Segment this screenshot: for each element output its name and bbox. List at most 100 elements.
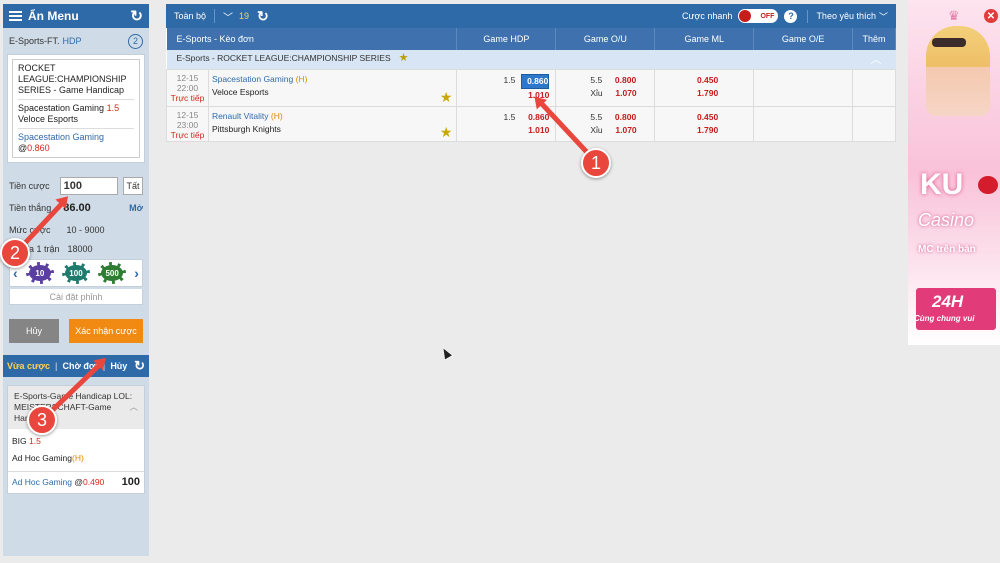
quick-bet-toggle[interactable]: OFF [738, 9, 779, 23]
ad-casino: Casino [918, 210, 975, 230]
action-buttons: Hủy Xác nhận cược [3, 319, 149, 343]
slip-away-team: Veloce Esports [18, 114, 79, 124]
sort-dropdown[interactable]: Theo yêu thích ﹀ [807, 9, 888, 23]
league-row[interactable]: E-Sports - ROCKET LEAGUE:CHAMPIONSHIP SE… [166, 50, 896, 69]
close-icon[interactable]: ✕ [984, 9, 998, 23]
stake-input[interactable]: 100 [59, 177, 118, 195]
ml-odds: 0.450 1.790 [654, 68, 755, 107]
recent-pick-label: BIG [12, 436, 27, 446]
more-odds[interactable] [852, 105, 896, 142]
slip-count-badge[interactable]: 2 [128, 33, 143, 49]
recent-bet-footer: Ad Hoc Gaming @0.490 100 [8, 471, 144, 493]
match-teams: Renault Vitality (H) Pittsburgh Knights … [207, 105, 458, 142]
col-header: Game O/U [555, 28, 656, 50]
bet-type: HDP [62, 36, 82, 46]
odds-button[interactable]: 1.070 [609, 124, 636, 137]
casino-ad-banner[interactable]: ♛ ✕ KU Casino MC trên bàn 24H Cùng chung… [908, 0, 1000, 345]
more-link[interactable]: Mở [129, 203, 143, 213]
chip-10[interactable]: 10 [25, 262, 54, 284]
col-header: Game O/E [753, 28, 853, 50]
refresh-icon[interactable]: ↻ [130, 7, 143, 25]
slip-odds: 0.860 [27, 143, 50, 153]
recent-at: @ [74, 477, 84, 487]
odds-toolbar: Toàn bộ ﹀ 19 ↻ Cược nhanh OFF ? Theo yêu… [166, 4, 896, 28]
bet-history-tabs: Vừa cược | Chờ đợi | Hủy ↻ [3, 355, 149, 377]
oe-odds [753, 68, 853, 107]
col-header: E-Sports - Kèo đơn [166, 28, 458, 50]
slip-odds-line: @0.860 [18, 143, 134, 154]
limit-value: 10 - 9000 [66, 225, 105, 235]
help-icon[interactable]: ? [784, 9, 798, 23]
chip-selector: ‹ 10 100 500 › [9, 259, 143, 287]
mouse-cursor-icon [438, 345, 454, 361]
slip-pick: Spacestation Gaming [18, 132, 105, 142]
collapse-icon[interactable]: ︿ [871, 51, 882, 67]
max-value: 18000 [67, 244, 93, 254]
annotation-badge-2: 2 [0, 238, 30, 268]
cancel-button[interactable]: Hủy [9, 319, 59, 343]
bet-slip-panel: Ẩn Menu ↻ E-Sports-FT. HDP 2 ROCKET LEAG… [3, 4, 149, 556]
bet-slip-card: ROCKET LEAGUE:CHAMPIONSHIP SERIES - Game… [7, 54, 145, 163]
odds-button[interactable]: 1.070 [609, 87, 636, 100]
sort-label: Theo yêu thích [816, 11, 876, 21]
sport-label: E-Sports-FT. [9, 36, 60, 46]
refresh-icon[interactable]: ↻ [134, 358, 145, 374]
home-team: Spacestation Gaming [211, 73, 294, 84]
chevron-down-icon[interactable]: ﹀ [223, 9, 233, 24]
sunglasses-image [932, 38, 966, 47]
chip-setting-button[interactable]: Cài đặt phỉnh [9, 289, 143, 305]
menu-header: Ẩn Menu ↻ [3, 4, 149, 28]
odds-button[interactable]: 0.860 [521, 111, 549, 124]
chip-500[interactable]: 500 [98, 262, 127, 284]
col-header: Thêm [852, 28, 896, 50]
add-favorite-icon[interactable]: ★ [399, 52, 409, 64]
all-in-button[interactable]: Tất [123, 177, 143, 195]
odds-button-selected[interactable]: 0.860 [521, 73, 550, 89]
slip-home-team: Spacestation Gaming [18, 103, 105, 113]
slip-sport-row: E-Sports-FT. HDP 2 [3, 28, 149, 54]
more-odds[interactable] [852, 68, 896, 107]
match-teams: Spacestation Gaming (H) Veloce Esports ★ [207, 68, 458, 107]
ml-odds: 0.450 1.790 [654, 105, 755, 142]
slip-at: @ [18, 143, 28, 153]
add-favorite-icon[interactable]: ★ [440, 125, 453, 139]
slip-handicap: 1.5 [106, 103, 120, 113]
recent-bet-body: BIG 1.5 Ad Hoc Gaming(H) [8, 429, 144, 471]
match-time: 12-15 22:00 Trực tiếp [166, 68, 209, 107]
tab-recent[interactable]: Vừa cược [7, 361, 50, 371]
hamburger-icon[interactable] [9, 11, 22, 21]
collapse-icon[interactable]: ︿ [129, 402, 138, 413]
chip-100[interactable]: 100 [61, 262, 90, 284]
odds-button[interactable]: 1.790 [690, 124, 718, 137]
chevron-right-icon[interactable]: › [134, 265, 139, 281]
recent-selection: Ad Hoc Gaming [12, 477, 72, 487]
chevron-down-icon: ﹀ [878, 11, 888, 22]
odds-button[interactable]: 1.010 [521, 124, 549, 137]
col-header: Game HDP [456, 28, 557, 50]
confirm-bet-button[interactable]: Xác nhận cược [69, 319, 143, 343]
annotation-badge-3: 3 [27, 405, 57, 435]
ad-mc: MC trên bàn [918, 244, 976, 255]
away-team: Veloce Esports [211, 86, 269, 97]
menu-title[interactable]: Ẩn Menu [28, 9, 79, 23]
win-label: Tiền thắng [9, 203, 52, 213]
hdp-odds: 1.50.860 1.010 [456, 105, 557, 142]
odds-button[interactable]: 0.450 [690, 74, 718, 87]
col-header: Game ML [654, 28, 755, 50]
quick-bet-label: Cược nhanh [681, 11, 733, 21]
match-time: 12-15 23:00 Trực tiếp [166, 105, 209, 142]
odds-button[interactable]: 0.800 [608, 74, 636, 87]
odds-button[interactable]: 0.450 [690, 111, 718, 124]
odds-board: Toàn bộ ﹀ 19 ↻ Cược nhanh OFF ? Theo yêu… [166, 4, 896, 142]
refresh-icon[interactable]: ↻ [257, 8, 269, 25]
stake-label: Tiền cược [9, 181, 50, 191]
home-team: Renault Vitality [211, 110, 269, 121]
odds-table: E-Sports - Kèo đơn Game HDP Game O/U Gam… [166, 28, 896, 142]
odds-button[interactable]: 1.790 [690, 87, 718, 100]
recent-odds: 0.490 [83, 477, 105, 487]
add-favorite-icon[interactable]: ★ [440, 90, 453, 104]
filter-all[interactable]: Toàn bộ [174, 11, 206, 21]
odds-button[interactable]: 0.800 [608, 111, 636, 124]
tab-cancelled[interactable]: Hủy [110, 361, 127, 371]
recent-amount: 100 [121, 476, 140, 488]
